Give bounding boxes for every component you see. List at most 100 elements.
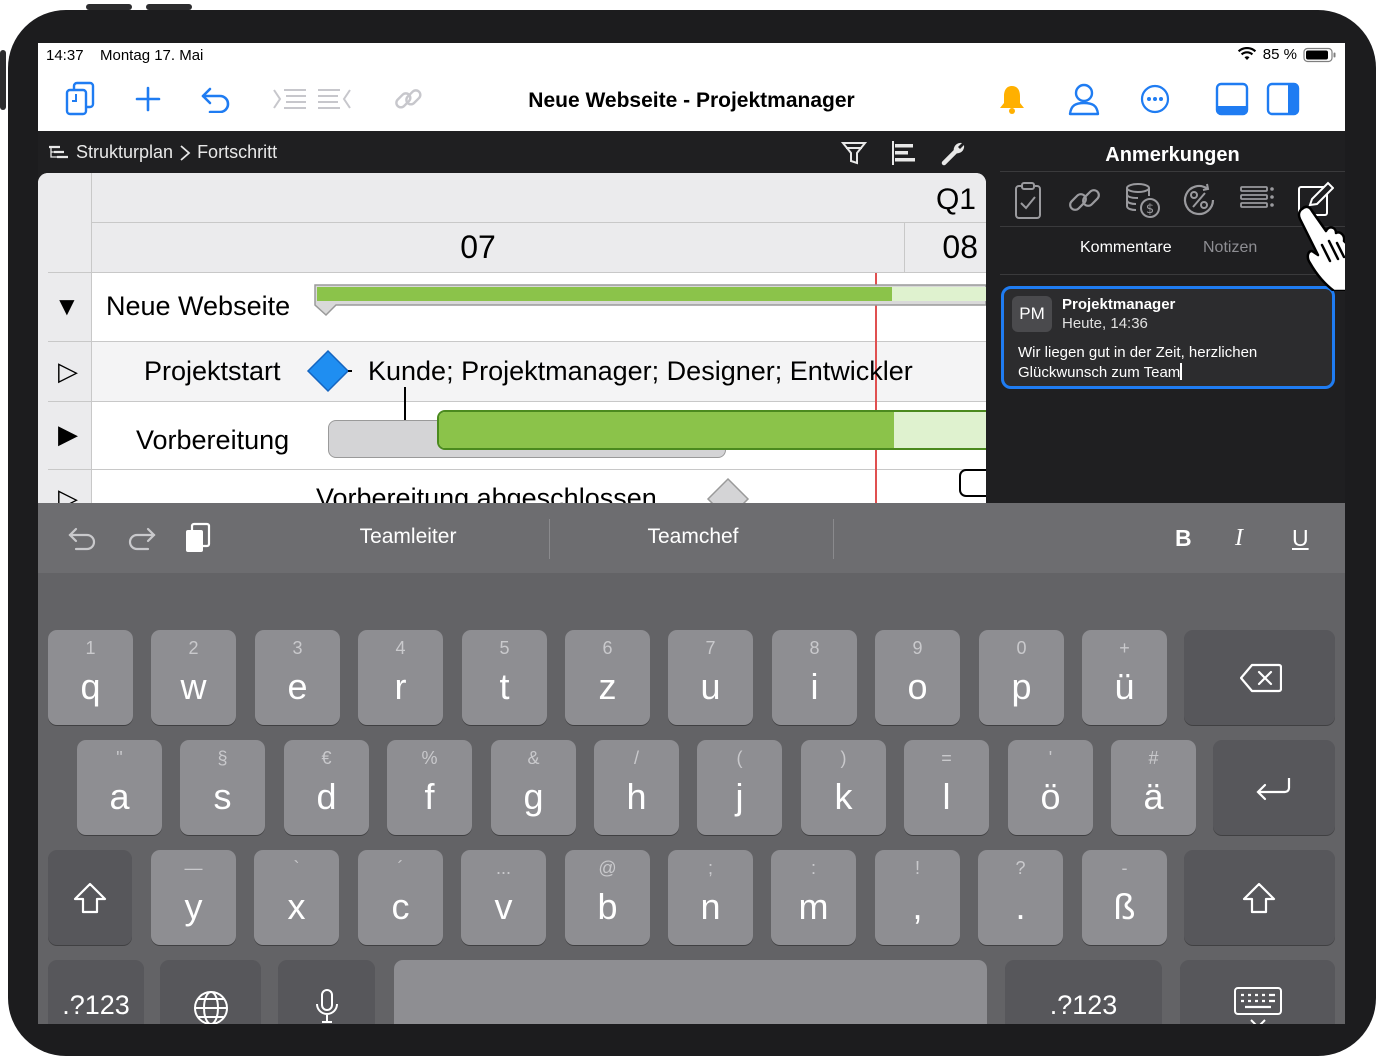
key-c[interactable]: ´ c	[358, 850, 443, 945]
key-s[interactable]: § s	[180, 740, 265, 835]
key-n[interactable]: ; n	[668, 850, 753, 945]
indent-icon[interactable]	[270, 79, 310, 119]
bottom-panel-icon[interactable]	[1212, 79, 1252, 119]
breadcrumb[interactable]: Strukturplan Fortschritt	[48, 142, 277, 163]
key-f[interactable]: % f	[387, 740, 472, 835]
key-p[interactable]: 0p	[979, 630, 1064, 725]
key-primary-label: m	[798, 886, 829, 927]
link-icon[interactable]	[1066, 181, 1106, 221]
list-icon[interactable]	[1238, 181, 1278, 221]
tab-kommentare[interactable]: Kommentare	[1080, 239, 1172, 257]
key-ß[interactable]: -ß	[1082, 850, 1167, 945]
key-secondary-label: ;	[707, 858, 713, 878]
key-ü[interactable]: + ü	[1082, 630, 1167, 725]
dictation-key[interactable]	[278, 960, 375, 1024]
person-icon[interactable]	[1064, 79, 1104, 119]
bold-button[interactable]: B	[1175, 525, 1192, 552]
task-name[interactable]: Projektstart	[144, 356, 281, 387]
link-icon[interactable]	[388, 79, 428, 119]
milestone-diamond[interactable]	[306, 349, 352, 393]
key-r[interactable]: 4r	[358, 630, 443, 725]
plus-icon[interactable]	[128, 79, 168, 119]
undo-icon[interactable]	[68, 523, 98, 553]
numbers-key[interactable]: .?123	[48, 960, 144, 1024]
percent-icon[interactable]	[1180, 181, 1220, 221]
breadcrumb-item[interactable]: Strukturplan	[76, 142, 173, 163]
key-i[interactable]: 8i	[772, 630, 857, 725]
key-h[interactable]: / h	[594, 740, 679, 835]
key-q[interactable]: 1q	[48, 630, 133, 725]
checklist-icon[interactable]	[1010, 181, 1050, 221]
outdent-icon[interactable]	[314, 79, 354, 119]
return-key[interactable]	[1213, 740, 1335, 835]
bell-icon[interactable]	[992, 79, 1032, 119]
key-primary-label: ü	[1114, 666, 1135, 707]
comment-text[interactable]: Glückwunsch zum Team	[1018, 363, 1182, 381]
redo-icon[interactable]	[126, 523, 156, 553]
key-secondary-label: ?	[1015, 858, 1026, 878]
key-u[interactable]: 7u	[668, 630, 753, 725]
globe-key[interactable]	[160, 960, 261, 1024]
breadcrumb-item[interactable]: Fortschritt	[197, 142, 277, 163]
key-ö[interactable]: ' ö	[1008, 740, 1093, 835]
divider	[1000, 226, 1345, 227]
grid-line	[904, 223, 905, 272]
key-o[interactable]: 9o	[875, 630, 960, 725]
key-w[interactable]: 2w	[151, 630, 236, 725]
key-m[interactable]: :m	[771, 850, 856, 945]
comment-card[interactable]: PM Projektmanager Heute, 14:36 Wir liege…	[1001, 286, 1335, 389]
key-secondary-label: €	[321, 748, 332, 768]
key-t[interactable]: 5t	[462, 630, 547, 725]
key-k[interactable]: ) k	[801, 740, 886, 835]
shift-key[interactable]	[1184, 850, 1335, 945]
key-l[interactable]: = l	[904, 740, 989, 835]
task-name[interactable]: Vorbereitung	[136, 425, 289, 456]
key-y[interactable]: — y	[151, 850, 236, 945]
key-z[interactable]: 6z	[565, 630, 650, 725]
dismiss-keyboard-key[interactable]	[1180, 960, 1335, 1024]
suggestion[interactable]: Teamleiter	[278, 525, 538, 549]
italic-button[interactable]: I	[1235, 525, 1243, 552]
key-x[interactable]: ` x	[254, 850, 339, 945]
key-a[interactable]: " a	[77, 740, 162, 835]
divider	[1000, 171, 1345, 172]
gantt-view-icon[interactable]	[890, 139, 920, 169]
backspace-key[interactable]	[1184, 630, 1335, 725]
suggestion[interactable]: Teamchef	[563, 525, 823, 549]
toolbar: Neue Webseite - Projektmanager	[38, 69, 1345, 131]
more-icon[interactable]	[1135, 79, 1175, 119]
paste-icon[interactable]	[183, 521, 213, 555]
comment-text[interactable]: Wir liegen gut in der Zeit, herzlichen	[1018, 344, 1257, 361]
key-.[interactable]: ?.	[978, 850, 1063, 945]
numbers-key[interactable]: .?123	[1005, 960, 1162, 1024]
underline-button[interactable]: U	[1292, 525, 1309, 552]
costs-icon[interactable]: $	[1122, 181, 1162, 221]
undo-icon[interactable]	[196, 79, 236, 119]
key-,[interactable]: !,	[875, 850, 960, 945]
key-d[interactable]: € d	[284, 740, 369, 835]
milestone-diamond[interactable]	[706, 477, 750, 503]
task-name[interactable]: Neue Webseite	[106, 291, 290, 322]
key-b[interactable]: @ b	[565, 850, 650, 945]
side-panel-icon[interactable]	[1263, 79, 1303, 119]
key-v[interactable]: ... v	[461, 850, 546, 945]
filter-icon[interactable]	[840, 139, 870, 169]
tab-notizen[interactable]: Notizen	[1203, 239, 1257, 257]
key-primary-label: d	[316, 776, 337, 817]
summary-bar[interactable]	[310, 283, 986, 328]
key-j[interactable]: (j	[697, 740, 782, 835]
space-key[interactable]	[394, 960, 987, 1024]
row-toggle[interactable]: ▷	[58, 483, 78, 503]
task-name[interactable]: Vorbereitung abgeschlossen	[316, 483, 657, 503]
shift-key[interactable]	[48, 850, 132, 945]
row-toggle[interactable]: ▶	[58, 419, 78, 450]
key-e[interactable]: 3e	[255, 630, 340, 725]
key-ä[interactable]: # ä	[1111, 740, 1196, 835]
task-bar[interactable]	[437, 410, 986, 450]
wrench-icon[interactable]	[940, 139, 970, 169]
row-toggle[interactable]: ▼	[54, 291, 80, 322]
key-primary-label: q	[80, 666, 101, 707]
key-g[interactable]: & g	[491, 740, 576, 835]
row-toggle[interactable]: ▷	[58, 356, 78, 387]
copy-icon[interactable]	[60, 79, 100, 119]
